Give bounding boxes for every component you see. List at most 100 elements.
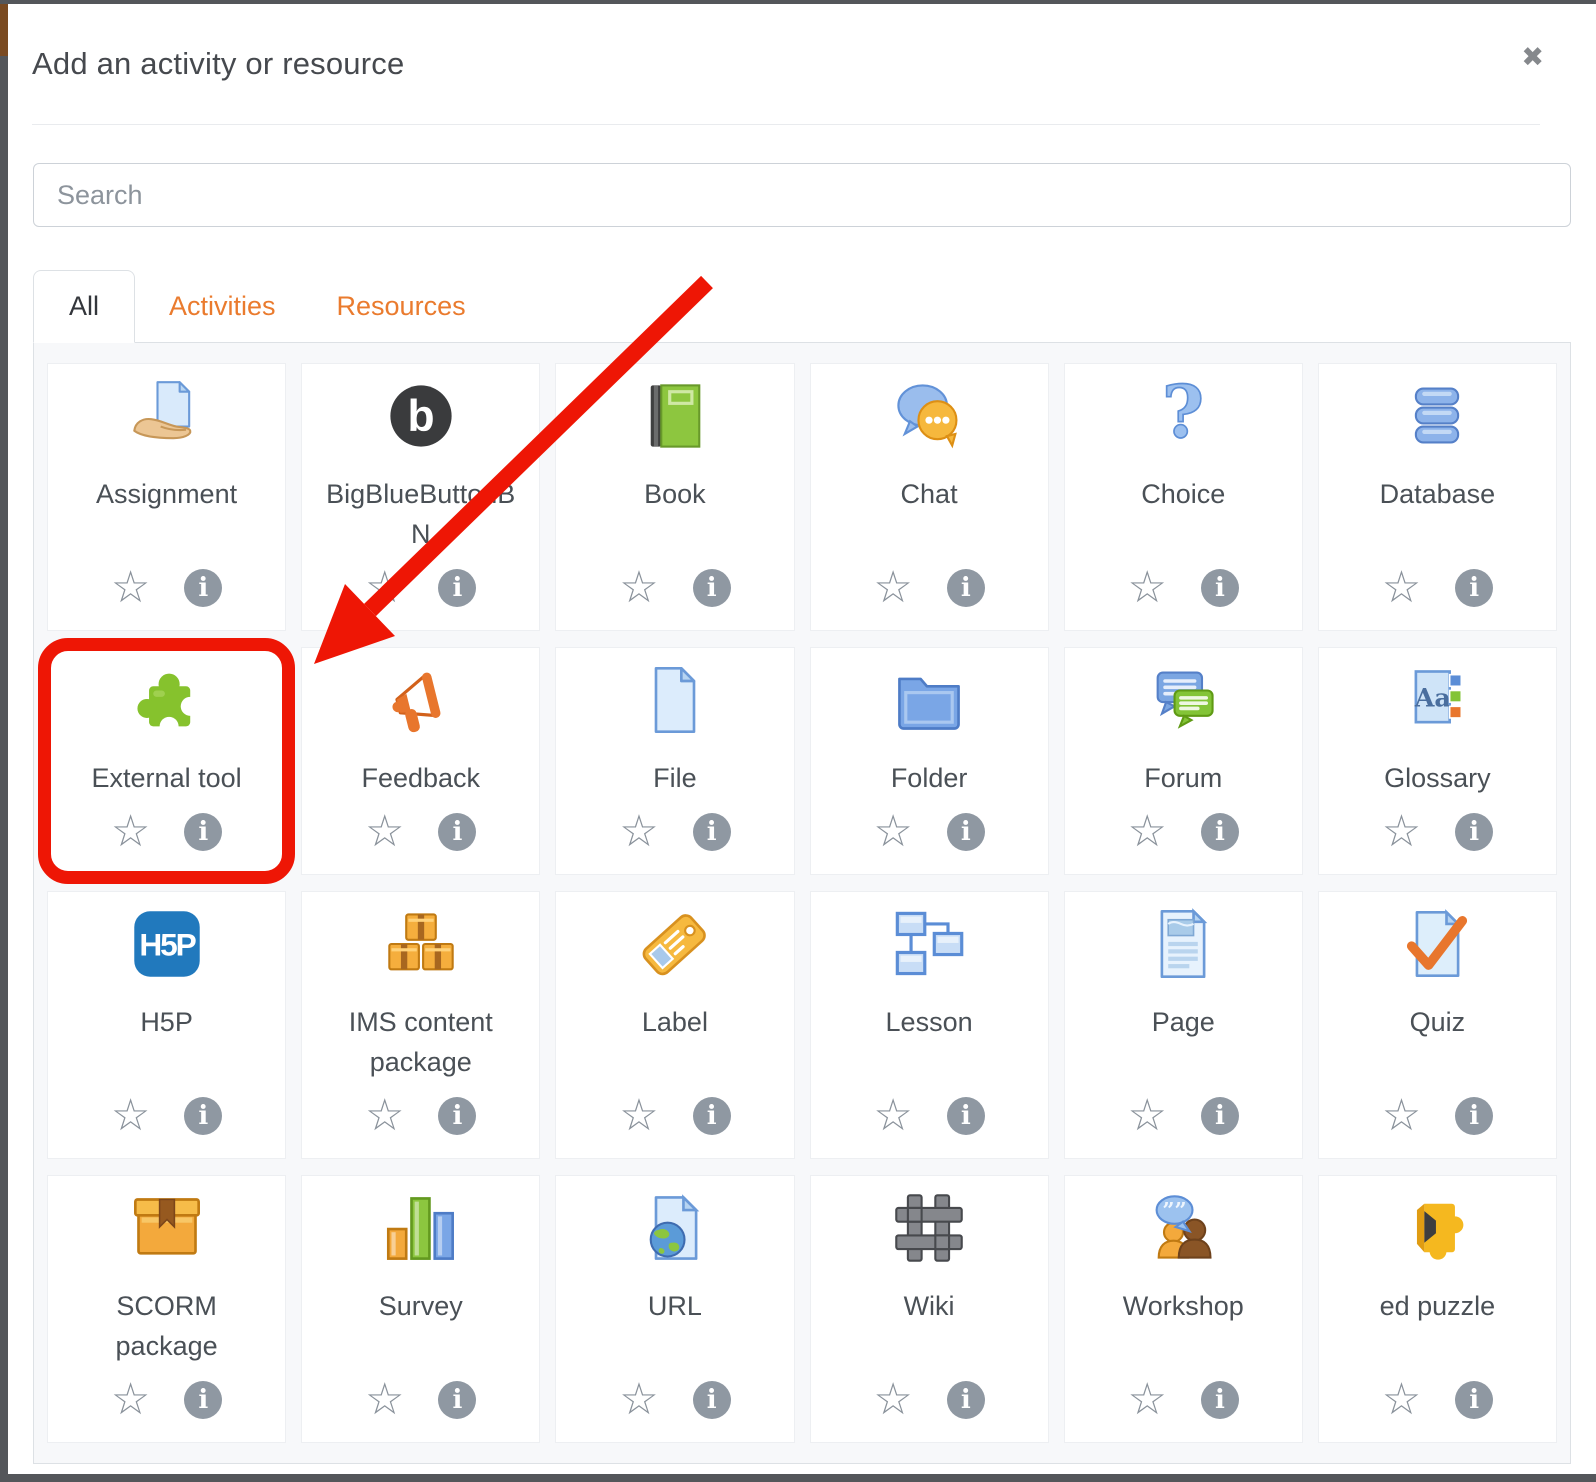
star-icon[interactable]: ☆ (873, 566, 912, 610)
activity-grid: Assignment ☆ i b BigBlueButtonBN ☆ i Boo… (47, 363, 1557, 1443)
info-icon[interactable]: i (1455, 1381, 1493, 1419)
activity-card-h5p[interactable]: H5P H5P ☆ i (47, 891, 286, 1159)
star-icon[interactable]: ☆ (365, 566, 404, 610)
activity-card-bigbluebuttonbn[interactable]: b BigBlueButtonBN ☆ i (301, 363, 540, 631)
activity-label: Forum (1144, 758, 1222, 798)
star-icon[interactable]: ☆ (619, 1094, 658, 1138)
activity-label: Workshop (1123, 1286, 1244, 1326)
choice-icon: ? (1145, 378, 1221, 454)
page-top-edge (0, 0, 1596, 4)
activity-card-survey[interactable]: Survey ☆ i (301, 1175, 540, 1443)
activity-card-chat[interactable]: Chat ☆ i (810, 363, 1049, 631)
star-icon[interactable]: ☆ (365, 810, 404, 854)
star-icon[interactable]: ☆ (873, 810, 912, 854)
page-left-edge (0, 0, 8, 1482)
activity-card-choice[interactable]: ? Choice ☆ i (1064, 363, 1303, 631)
svg-text:H5P: H5P (139, 927, 196, 963)
activity-card-label[interactable]: Label ☆ i (555, 891, 794, 1159)
star-icon[interactable]: ☆ (1128, 1378, 1167, 1422)
chat-icon (891, 378, 967, 454)
info-icon[interactable]: i (1201, 1097, 1239, 1135)
info-icon[interactable]: i (438, 1097, 476, 1135)
info-icon[interactable]: i (947, 813, 985, 851)
star-icon[interactable]: ☆ (1128, 810, 1167, 854)
star-icon[interactable]: ☆ (365, 1378, 404, 1422)
close-icon[interactable]: ✖ (1521, 44, 1544, 71)
activity-card-database[interactable]: Database ☆ i (1318, 363, 1557, 631)
star-icon[interactable]: ☆ (111, 1378, 150, 1422)
star-icon[interactable]: ☆ (873, 1378, 912, 1422)
star-icon[interactable]: ☆ (111, 1094, 150, 1138)
activity-card-assignment[interactable]: Assignment ☆ i (47, 363, 286, 631)
file-icon (637, 662, 713, 738)
activity-card-forum[interactable]: Forum ☆ i (1064, 647, 1303, 875)
activity-card-wiki[interactable]: Wiki ☆ i (810, 1175, 1049, 1443)
star-icon[interactable]: ☆ (619, 810, 658, 854)
search-input[interactable] (33, 163, 1571, 227)
activity-card-workshop[interactable]: ”” Workshop ☆ i (1064, 1175, 1303, 1443)
workshop-icon: ”” (1145, 1190, 1221, 1266)
star-icon[interactable]: ☆ (1382, 1378, 1421, 1422)
info-icon[interactable]: i (184, 569, 222, 607)
info-icon[interactable]: i (693, 569, 731, 607)
star-icon[interactable]: ☆ (1128, 566, 1167, 610)
tab-activities[interactable]: Activities (142, 270, 303, 342)
star-icon[interactable]: ☆ (111, 566, 150, 610)
activity-card-book[interactable]: Book ☆ i (555, 363, 794, 631)
info-icon[interactable]: i (1201, 1381, 1239, 1419)
info-icon[interactable]: i (184, 813, 222, 851)
info-icon[interactable]: i (1455, 1097, 1493, 1135)
star-icon[interactable]: ☆ (873, 1094, 912, 1138)
info-icon[interactable]: i (184, 1381, 222, 1419)
star-icon[interactable]: ☆ (1382, 810, 1421, 854)
activity-card-lesson[interactable]: Lesson ☆ i (810, 891, 1049, 1159)
info-icon[interactable]: i (1201, 569, 1239, 607)
tab-all[interactable]: All (33, 270, 135, 343)
activity-label: H5P (140, 1002, 193, 1042)
activity-card-page[interactable]: Page ☆ i (1064, 891, 1303, 1159)
activity-label: ed puzzle (1380, 1286, 1496, 1326)
star-icon[interactable]: ☆ (1382, 1094, 1421, 1138)
page-left-edge-accent (0, 4, 8, 56)
activity-label: Feedback (361, 758, 480, 798)
info-icon[interactable]: i (693, 1097, 731, 1135)
activity-card-ims-content-package[interactable]: IMS content package ☆ i (301, 891, 540, 1159)
activity-card-file[interactable]: File ☆ i (555, 647, 794, 875)
book-icon (637, 378, 713, 454)
info-icon[interactable]: i (438, 1381, 476, 1419)
activity-card-quiz[interactable]: Quiz ☆ i (1318, 891, 1557, 1159)
info-icon[interactable]: i (947, 1097, 985, 1135)
bigbluebutton-icon: b (383, 378, 459, 454)
star-icon[interactable]: ☆ (111, 810, 150, 854)
activity-label: External tool (92, 758, 242, 798)
info-icon[interactable]: i (184, 1097, 222, 1135)
modal-title: Add an activity or resource (32, 46, 1540, 82)
info-icon[interactable]: i (947, 569, 985, 607)
activity-label: Label (642, 1002, 708, 1042)
activity-card-url[interactable]: URL ☆ i (555, 1175, 794, 1443)
info-icon[interactable]: i (693, 813, 731, 851)
activity-card-scorm-package[interactable]: SCORM package ☆ i (47, 1175, 286, 1443)
glossary-icon: Aa (1399, 662, 1475, 738)
star-icon[interactable]: ☆ (365, 1094, 404, 1138)
activity-card-external-tool[interactable]: External tool ☆ i (47, 647, 286, 875)
modal-header: Add an activity or resource ✖ (8, 4, 1596, 125)
star-icon[interactable]: ☆ (1128, 1094, 1167, 1138)
page-icon (1145, 906, 1221, 982)
activity-card-glossary[interactable]: Aa Glossary ☆ i (1318, 647, 1557, 875)
star-icon[interactable]: ☆ (619, 1378, 658, 1422)
activity-card-ed-puzzle[interactable]: ed puzzle ☆ i (1318, 1175, 1557, 1443)
info-icon[interactable]: i (1455, 569, 1493, 607)
info-icon[interactable]: i (693, 1381, 731, 1419)
info-icon[interactable]: i (1455, 813, 1493, 851)
external-tool-icon (129, 662, 205, 738)
activity-card-feedback[interactable]: Feedback ☆ i (301, 647, 540, 875)
tab-resources[interactable]: Resources (310, 270, 493, 342)
star-icon[interactable]: ☆ (619, 566, 658, 610)
info-icon[interactable]: i (1201, 813, 1239, 851)
info-icon[interactable]: i (438, 569, 476, 607)
star-icon[interactable]: ☆ (1382, 566, 1421, 610)
info-icon[interactable]: i (438, 813, 476, 851)
activity-card-folder[interactable]: Folder ☆ i (810, 647, 1049, 875)
info-icon[interactable]: i (947, 1381, 985, 1419)
